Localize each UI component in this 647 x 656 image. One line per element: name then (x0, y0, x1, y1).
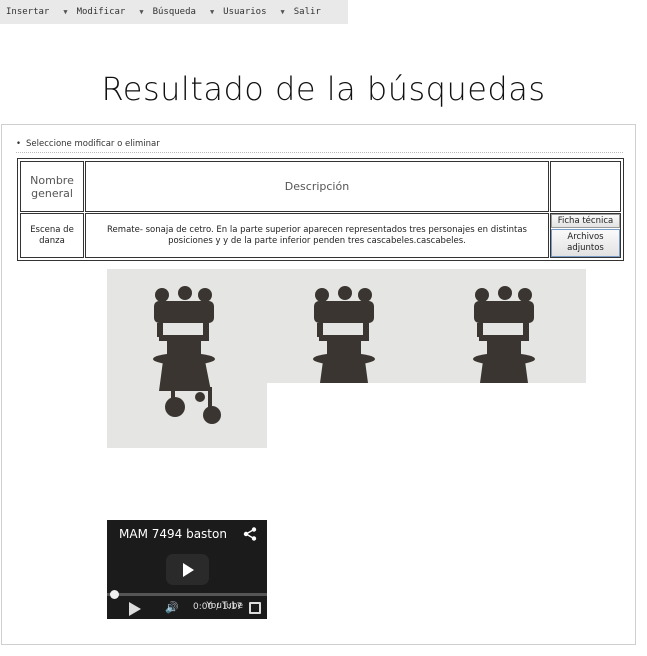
menu-insertar[interactable]: Insertar ▼ (0, 7, 71, 17)
menu-insertar-label: Insertar (6, 7, 50, 17)
menu-usuarios-label: Usuarios (223, 7, 267, 17)
selection-hint: • Seleccione modificar o eliminar (16, 139, 623, 153)
video-title[interactable]: MAM 7494 baston (119, 527, 237, 541)
chevron-down-icon: ▼ (63, 8, 68, 16)
menu-salir[interactable]: Salir (288, 7, 321, 17)
chevron-down-icon: ▼ (209, 8, 215, 16)
volume-icon[interactable]: 🔊 (165, 601, 179, 614)
fullscreen-icon[interactable] (249, 602, 261, 614)
selection-hint-text: Seleccione modificar o eliminar (26, 139, 160, 149)
column-header-name: Nombre general (20, 161, 84, 212)
table-header-row: Nombre general Descripción (20, 161, 621, 212)
page-title: Resultado de la búsquedas (101, 70, 546, 108)
archivos-adjuntos-button[interactable]: Archivos adjuntos (551, 229, 620, 257)
artifact-photo-image (267, 269, 427, 383)
play-icon[interactable] (129, 602, 141, 616)
column-header-actions (550, 161, 621, 212)
column-header-description: Descripción (85, 161, 549, 212)
chevron-down-icon: ▼ (139, 8, 144, 16)
table-row: Escena de danza Remate- sonaja de cetro.… (20, 213, 621, 258)
video-controls: 🔊 0:00 / 1:17 YouTube (107, 590, 267, 619)
row-name-cell: Escena de danza (20, 213, 84, 258)
artifact-photo-image (107, 269, 267, 448)
menu-modificar[interactable]: Modificar ▼ (71, 7, 147, 17)
menu-usuarios[interactable]: Usuarios ▼ (217, 7, 288, 17)
row-actions-cell: Ficha técnica Archivos adjuntos (550, 213, 621, 258)
ficha-tecnica-button[interactable]: Ficha técnica (551, 214, 620, 228)
artifact-photo[interactable] (267, 269, 427, 383)
menu-busqueda-label: Búsqueda (152, 7, 196, 17)
chevron-down-icon: ▼ (280, 8, 285, 16)
results-panel: • Seleccione modificar o eliminar Nombre … (1, 124, 636, 645)
row-description-cell: Remate- sonaja de cetro. En la parte sup… (85, 213, 549, 258)
youtube-logo[interactable]: YouTube (206, 601, 243, 611)
menu-busqueda[interactable]: Búsqueda ▼ (147, 7, 218, 17)
bullet-icon: • (16, 139, 22, 149)
video-progress-bar[interactable] (107, 590, 267, 599)
menu-modificar-label: Modificar (76, 7, 126, 17)
artifact-photo[interactable] (107, 269, 267, 448)
menu-salir-label: Salir (293, 7, 321, 17)
video-player[interactable]: MAM 7494 baston 🔊 0:00 / 1:17 YouTube (107, 520, 267, 619)
video-progress-handle[interactable] (110, 590, 119, 599)
results-table: Nombre general Descripción Escena de dan… (17, 158, 624, 261)
play-icon[interactable] (166, 554, 209, 585)
artifact-photo[interactable] (427, 269, 586, 383)
share-icon[interactable] (243, 527, 257, 541)
top-menu: Insertar ▼ Modificar ▼ Búsqueda ▼ Usuari… (0, 0, 348, 24)
artifact-photo-image (427, 269, 586, 383)
